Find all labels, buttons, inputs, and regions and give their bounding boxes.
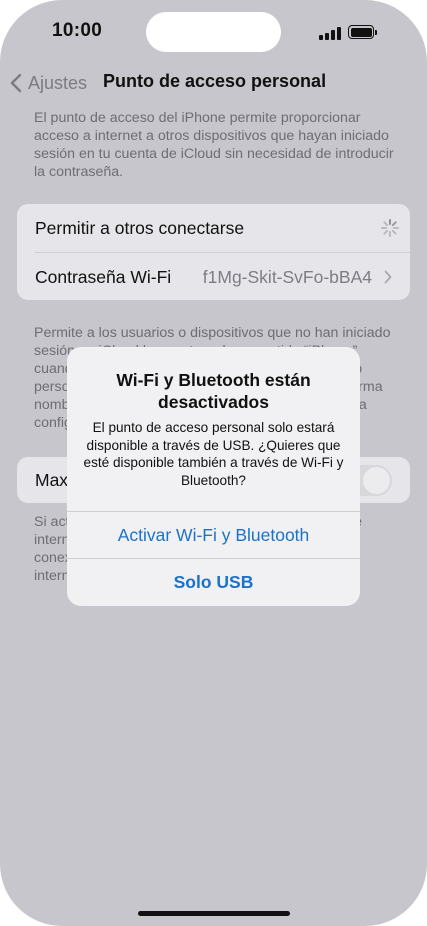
allow-others-row[interactable]: Permitir a otros conectarse	[17, 204, 410, 253]
chevron-right-icon	[384, 270, 392, 284]
page-title: Punto de acceso personal	[103, 71, 327, 91]
alert-title: Wi-Fi y Bluetooth están desactivados	[116, 370, 311, 412]
wifi-bluetooth-alert: Wi-Fi y Bluetooth están desactivados El …	[67, 347, 360, 606]
cellular-signal-icon	[319, 27, 343, 40]
usb-only-button[interactable]: Solo USB	[67, 558, 360, 606]
chevron-left-icon	[10, 73, 22, 93]
wifi-password-row[interactable]: Contraseña Wi-Fi f1Mg-Skit-SvFo-bBA4	[17, 253, 410, 300]
status-time: 10:00	[52, 20, 103, 41]
wifi-password-label: Contraseña Wi-Fi	[35, 267, 172, 287]
hotspot-settings-group: Permitir a otros conectarse Contraseña W…	[17, 204, 410, 300]
home-indicator[interactable]	[138, 911, 290, 916]
enable-wifi-bluetooth-button[interactable]: Activar Wi-Fi y Bluetooth	[67, 511, 360, 559]
alert-message: El punto de acceso personal solo estará …	[83, 420, 344, 488]
hotspot-description: El punto de acceso del iPhone permite pr…	[34, 110, 394, 180]
back-label: Ajustes	[28, 72, 88, 93]
battery-icon	[348, 25, 377, 39]
loading-spinner-icon	[381, 219, 399, 237]
allow-others-label: Permitir a otros conectarse	[35, 218, 245, 238]
wifi-password-value: f1Mg-Skit-SvFo-bBA4	[202, 267, 372, 287]
back-button[interactable]: Ajustes	[10, 70, 87, 96]
phone-screen: 10:00 Ajustes Punto de acceso personal E…	[0, 0, 427, 926]
dynamic-island	[146, 12, 281, 52]
